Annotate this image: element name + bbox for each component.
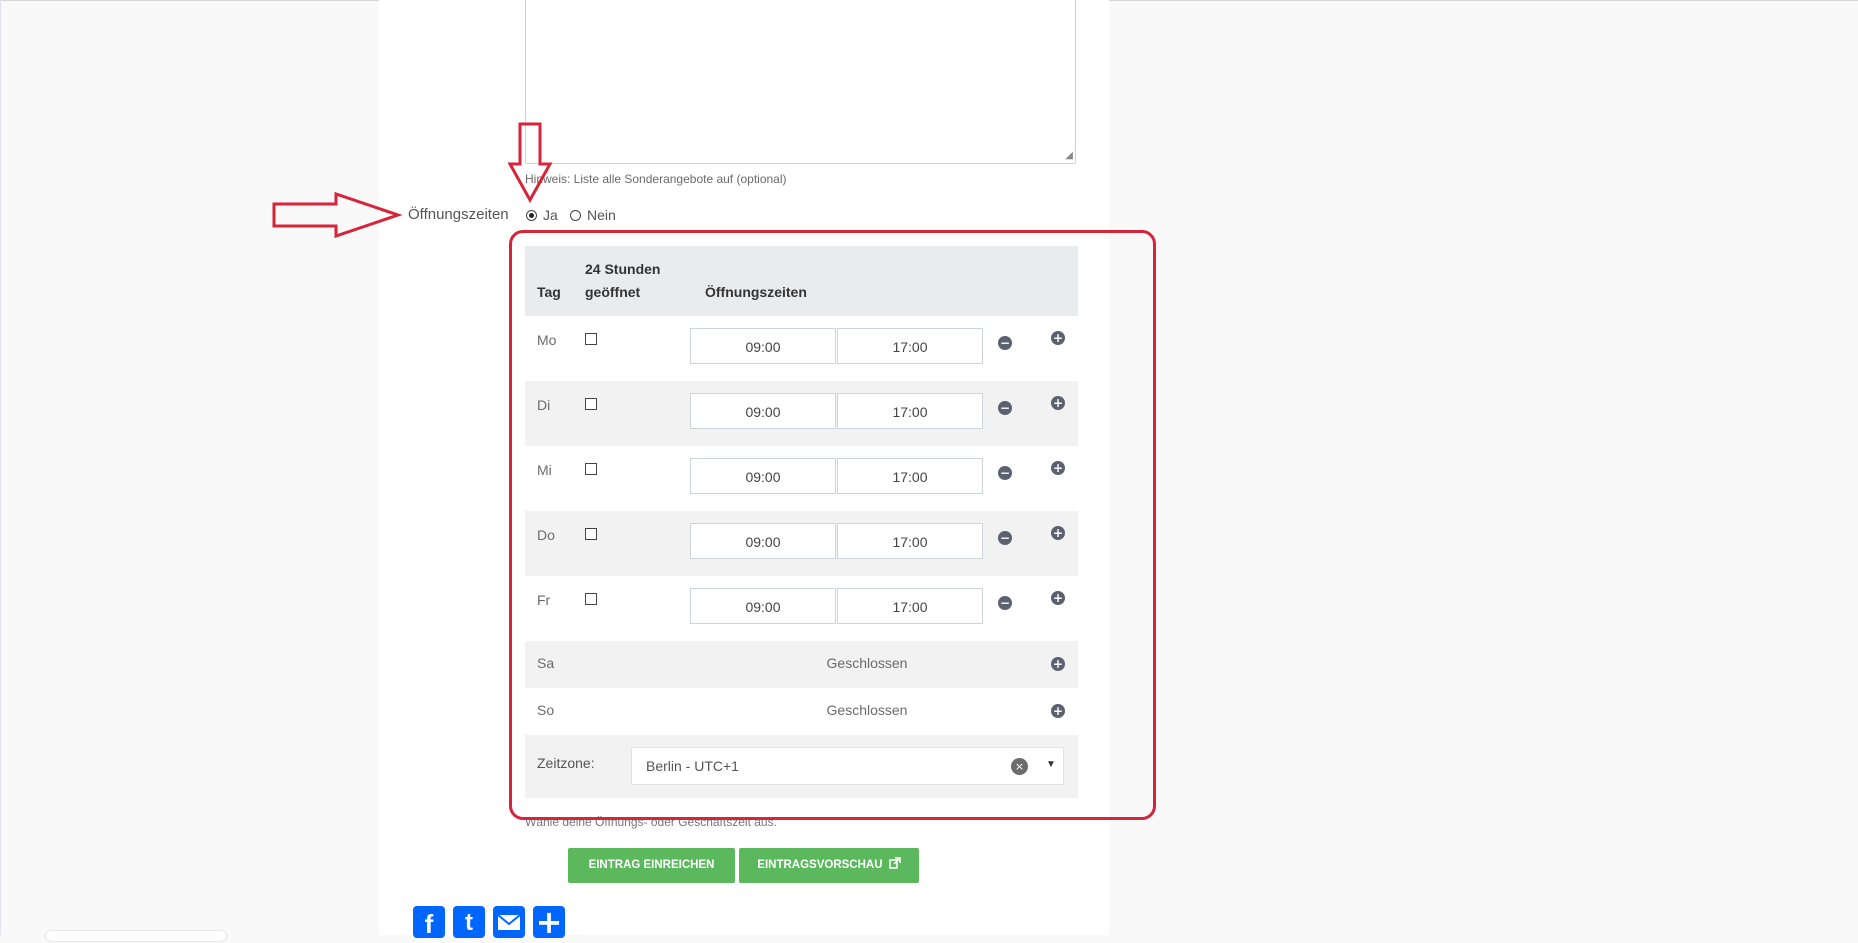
radio-no[interactable] — [570, 210, 581, 221]
twitter-icon: t — [465, 909, 473, 936]
facebook-share-button[interactable]: f — [413, 906, 445, 939]
annotation-arrow-down-icon — [507, 122, 553, 204]
more-share-button[interactable]: + — [533, 906, 565, 938]
email-icon — [497, 914, 521, 930]
external-link-icon — [888, 857, 901, 869]
special-offers-textarea[interactable]: ◢ — [525, 0, 1076, 164]
preview-button-label: EINTRAGSVORSCHAU — [757, 859, 883, 871]
bottom-floating-widget — [45, 930, 227, 942]
twitter-share-button[interactable]: t — [453, 906, 485, 938]
annotation-highlight-box — [509, 230, 1156, 820]
radio-yes[interactable] — [526, 210, 537, 221]
plus-icon: + — [535, 903, 563, 941]
annotation-arrow-right-icon — [272, 191, 403, 239]
textarea-hint: Hinweis: Liste alle Sonderangebote auf (… — [525, 172, 787, 186]
email-share-button[interactable] — [493, 906, 525, 938]
submit-entry-button[interactable]: EINTRAG EINREICHEN — [568, 848, 735, 883]
radio-no-label[interactable]: Nein — [587, 207, 616, 223]
preview-entry-button[interactable]: EINTRAGSVORSCHAU — [739, 848, 919, 883]
left-border — [0, 0, 1, 935]
resize-handle-icon[interactable]: ◢ — [1065, 151, 1073, 161]
opening-hours-label: Öffnungszeiten — [408, 206, 509, 223]
radio-yes-label[interactable]: Ja — [543, 207, 558, 223]
